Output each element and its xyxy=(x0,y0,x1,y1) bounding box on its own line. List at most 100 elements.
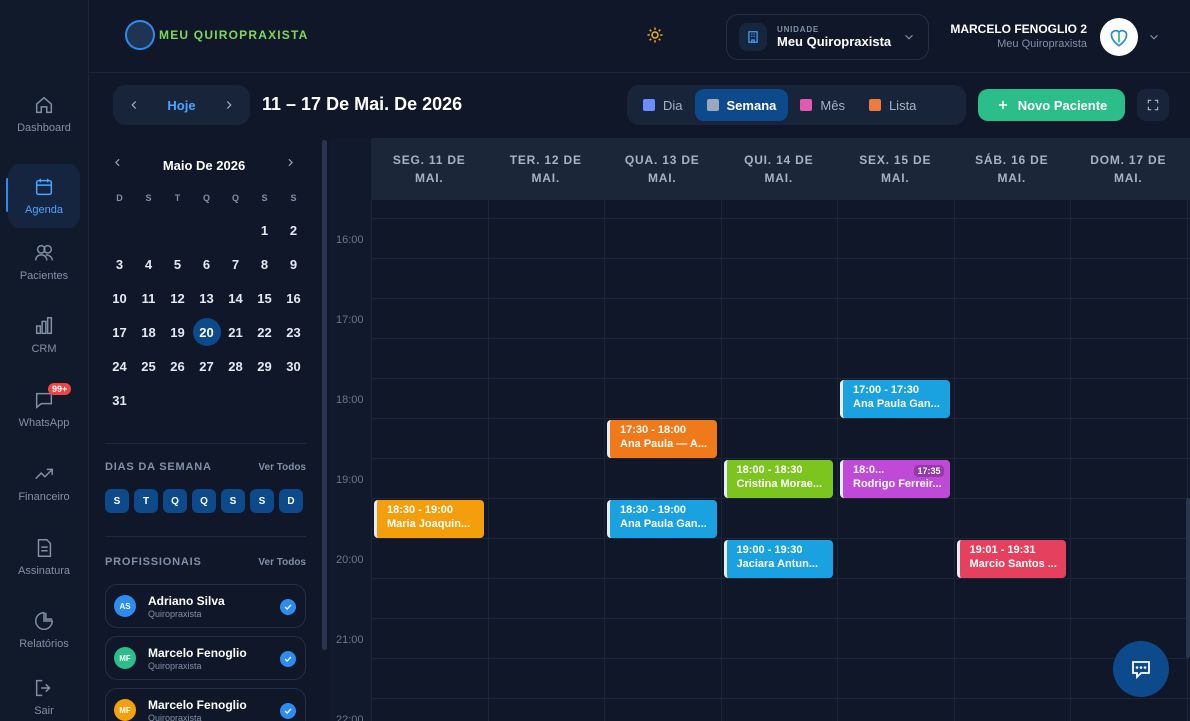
weekday-chip[interactable]: D xyxy=(279,489,303,513)
sidebar-item-whatsapp[interactable]: 99+ WhatsApp xyxy=(8,377,80,441)
mini-day[interactable]: 24 xyxy=(105,351,134,381)
mini-day[interactable]: 29 xyxy=(250,351,279,381)
professional-card[interactable]: MF Marcelo Fenoglio Quiropraxista xyxy=(105,688,306,721)
mini-day[interactable]: 13 xyxy=(192,283,221,313)
professional-info: Adriano Silva Quiropraxista xyxy=(148,594,225,619)
view-month-button[interactable]: Mês xyxy=(788,89,857,121)
mini-calendar-header: Maio De 2026 xyxy=(111,156,297,174)
previous-week-button[interactable] xyxy=(127,98,141,112)
mini-day[interactable]: 10 xyxy=(105,283,134,313)
mini-day[interactable]: 23 xyxy=(279,317,308,347)
mini-day[interactable]: 27 xyxy=(192,351,221,381)
mini-day[interactable]: 31 xyxy=(105,385,134,415)
chevron-right-icon xyxy=(226,101,232,109)
sidebar-item-financeiro[interactable]: Financeiro xyxy=(8,451,80,515)
professional-role: Quiropraxista xyxy=(148,608,202,619)
unit-selector[interactable]: UNIDADE Meu Quiropraxista xyxy=(726,14,929,60)
mini-day[interactable]: 4 xyxy=(134,249,163,279)
weekdays-see-all-link[interactable]: Ver Todos xyxy=(258,462,306,473)
day-column-header[interactable]: QUA. 13 DE MAI. xyxy=(604,138,721,200)
checkmark-icon[interactable] xyxy=(280,599,296,615)
mini-day[interactable]: 8 xyxy=(250,249,279,279)
checkmark-icon[interactable] xyxy=(280,651,296,667)
side-panel-scrollbar[interactable] xyxy=(322,140,327,650)
today-button[interactable]: Hoje xyxy=(167,98,195,113)
weekday-chip[interactable]: Q xyxy=(192,489,216,513)
theme-toggle[interactable] xyxy=(646,26,664,49)
sidebar-item-pacientes[interactable]: Pacientes xyxy=(8,230,80,294)
chevron-down-icon[interactable] xyxy=(1147,30,1161,44)
support-chat-button[interactable] xyxy=(1113,641,1169,697)
calendar-event[interactable]: 19:00 - 19:30 Jaciara Antun... xyxy=(723,540,833,578)
sidebar-item-assinatura[interactable]: Assinatura xyxy=(8,525,80,589)
fullscreen-button[interactable] xyxy=(1137,89,1169,121)
mini-day[interactable]: 1 xyxy=(250,215,279,245)
sidebar-item-agenda[interactable]: Agenda xyxy=(8,164,80,228)
empty-day-cell xyxy=(221,215,250,245)
day-column-header[interactable]: QUI. 14 DE MAI. xyxy=(721,138,838,200)
new-patient-button[interactable]: Novo Paciente xyxy=(978,89,1125,121)
mini-day[interactable]: 3 xyxy=(105,249,134,279)
professional-card[interactable]: MF Marcelo Fenoglio Quiropraxista xyxy=(105,636,306,680)
sidebar-item-sair[interactable]: Sair xyxy=(8,665,80,721)
mini-day[interactable]: 9 xyxy=(279,249,308,279)
calendar-event[interactable]: 17:30 - 18:00 Ana Paula — A... xyxy=(607,420,717,458)
calendar-event[interactable]: 17:00 - 17:30 Ana Paula Gan... xyxy=(840,380,950,418)
sidebar-item-relatorios[interactable]: Relatórios xyxy=(8,598,80,662)
mini-day[interactable]: 12 xyxy=(163,283,192,313)
mini-day[interactable]: 25 xyxy=(134,351,163,381)
mini-day[interactable]: 26 xyxy=(163,351,192,381)
view-list-button[interactable]: Lista xyxy=(857,89,928,121)
calendar-event[interactable]: 18:30 - 19:00 Maria Joaquin... xyxy=(374,500,484,538)
mini-day[interactable]: 28 xyxy=(221,351,250,381)
mini-day-number: 30 xyxy=(286,358,301,374)
mini-day[interactable]: 30 xyxy=(279,351,308,381)
mini-day[interactable]: 5 xyxy=(163,249,192,279)
calendar-event[interactable]: 18:00 - 18:30 Cristina Morae... xyxy=(723,460,833,498)
mini-day[interactable]: 18 xyxy=(134,317,163,347)
weekday-chip[interactable]: S xyxy=(105,489,129,513)
mini-day-number: 11 xyxy=(141,290,156,306)
calendar-scrollbar[interactable] xyxy=(1186,498,1190,658)
next-week-button[interactable] xyxy=(222,98,236,112)
mini-prev-month-button[interactable] xyxy=(111,156,124,174)
mini-day[interactable]: 2 xyxy=(279,215,308,245)
sidebar-item-dashboard[interactable]: Dashboard xyxy=(8,82,80,146)
weekday-chip[interactable]: S xyxy=(221,489,245,513)
mini-day[interactable]: 17 xyxy=(105,317,134,347)
date-range-title: 11 – 17 De Mai. De 2026 xyxy=(262,94,463,114)
mini-day[interactable]: 7 xyxy=(221,249,250,279)
professional-card[interactable]: AS Adriano Silva Quiropraxista xyxy=(105,584,306,628)
day-column-header[interactable]: SEX. 15 DE MAI. xyxy=(837,138,954,200)
calendar-event[interactable]: 18:30 - 19:00 Ana Paula Gan... xyxy=(607,500,717,538)
day-column-header[interactable]: DOM. 17 DE MAI. xyxy=(1070,138,1187,200)
weekday-chip[interactable]: T xyxy=(134,489,158,513)
event-title: Rodrigo Ferreir... xyxy=(853,478,942,490)
mini-next-month-button[interactable] xyxy=(284,156,297,174)
avatar[interactable] xyxy=(1100,18,1138,56)
mini-day[interactable]: 22 xyxy=(250,317,279,347)
day-column-header[interactable]: SÁB. 16 DE MAI. xyxy=(954,138,1071,200)
mini-day[interactable]: 6 xyxy=(192,249,221,279)
view-week-button[interactable]: Semana xyxy=(694,89,789,121)
mini-day[interactable]: 16 xyxy=(279,283,308,313)
app-logo[interactable]: MEU QUIROPRAXISTA xyxy=(125,20,309,50)
mini-day[interactable]: 21 xyxy=(221,317,250,347)
calendar-event[interactable]: 19:01 - 19:31 Marcio Santos ... xyxy=(956,540,1066,578)
day-column-header[interactable]: TER. 12 DE MAI. xyxy=(488,138,605,200)
mini-day-selected[interactable]: 20 xyxy=(192,317,221,347)
calendar-event[interactable]: 18:0... Rodrigo Ferreir... 17:35 xyxy=(840,460,950,498)
weekday-chip[interactable]: Q xyxy=(163,489,187,513)
logout-icon xyxy=(35,679,51,697)
user-name[interactable]: MARCELO FENOGLIO 2 xyxy=(950,22,1087,36)
weekday-chip[interactable]: S xyxy=(250,489,274,513)
checkmark-icon[interactable] xyxy=(280,703,296,719)
mini-day[interactable]: 19 xyxy=(163,317,192,347)
day-column-header[interactable]: SEG. 11 DE MAI. xyxy=(371,138,488,200)
mini-day[interactable]: 14 xyxy=(221,283,250,313)
mini-day[interactable]: 11 xyxy=(134,283,163,313)
mini-day[interactable]: 15 xyxy=(250,283,279,313)
sidebar-item-crm[interactable]: CRM xyxy=(8,303,80,367)
view-day-button[interactable]: Dia xyxy=(631,89,695,121)
professionals-see-all-link[interactable]: Ver Todos xyxy=(258,557,306,568)
